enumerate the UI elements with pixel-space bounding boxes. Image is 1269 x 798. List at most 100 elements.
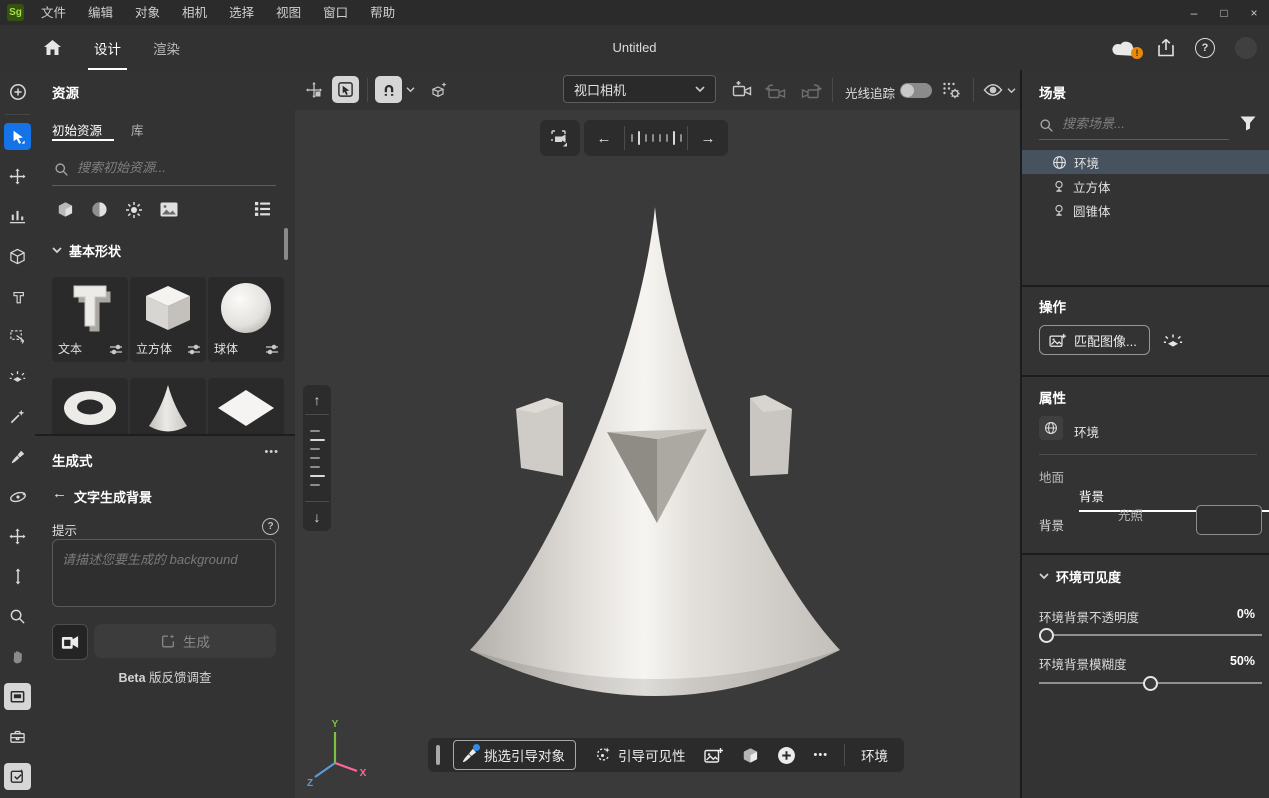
basic-shapes-header[interactable]: 基本形状 <box>69 241 121 260</box>
environment-mode-label[interactable]: 环境 <box>861 745 888 765</box>
filter-materials-icon[interactable] <box>91 201 108 218</box>
primitive-cube-icon[interactable] <box>4 243 31 270</box>
pick-guide-object-button[interactable]: 挑选引导对象 <box>453 740 576 770</box>
tab-library[interactable]: 库 <box>131 120 144 139</box>
scene-item-cube[interactable]: 立方体 <box>1022 174 1269 198</box>
view-options-eye-icon[interactable] <box>983 83 1003 97</box>
menu-camera[interactable]: 相机 <box>171 1 218 25</box>
env-opacity-slider[interactable] <box>1039 627 1262 643</box>
scene-item-cone[interactable]: 圆锥体 <box>1022 198 1269 222</box>
help-icon[interactable]: ? <box>1195 37 1215 58</box>
beta-feedback-link[interactable]: Beta 版反馈调查 <box>35 667 295 686</box>
camera-ruler[interactable] <box>630 131 682 145</box>
zoom-camera-icon[interactable] <box>4 603 31 630</box>
generate-button[interactable]: 生成 <box>94 624 276 658</box>
env-blur-slider[interactable] <box>1039 675 1262 691</box>
tab-ground[interactable]: 地面 <box>1039 467 1269 486</box>
environment-light-icon[interactable] <box>1163 330 1183 350</box>
backdrop-image-icon[interactable] <box>703 747 724 764</box>
camera-bookmark-button[interactable] <box>540 120 580 156</box>
add-content-icon[interactable] <box>4 78 31 105</box>
menu-view[interactable]: 视图 <box>265 1 312 25</box>
asset-adjust-icon[interactable] <box>109 344 123 355</box>
eyedropper-tool-icon[interactable] <box>4 443 31 470</box>
filter-lights-icon[interactable] <box>125 201 143 219</box>
env-opacity-slider-thumb[interactable] <box>1039 627 1054 643</box>
select-tool-icon[interactable] <box>4 123 31 150</box>
viewport-camera-select[interactable]: 视口相机 <box>563 75 716 103</box>
tab-starter-assets[interactable]: 初始资源 <box>52 120 102 139</box>
render-settings-icon[interactable] <box>942 81 962 100</box>
marquee-select-icon[interactable] <box>4 323 31 350</box>
tab-background[interactable]: 背景 <box>1079 486 1269 512</box>
scene-search-input[interactable] <box>1060 115 1224 132</box>
more-options-icon[interactable]: ••• <box>264 446 279 458</box>
env-visibility-header[interactable]: 环境可见度 <box>1056 567 1121 586</box>
share-icon[interactable] <box>1157 38 1175 57</box>
snap-options-chevron-icon[interactable] <box>406 86 415 93</box>
maximize-button[interactable]: □ <box>1209 1 1239 25</box>
next-camera-icon[interactable] <box>800 81 822 99</box>
menu-file[interactable]: 文件 <box>30 1 77 25</box>
dolly-ruler[interactable] <box>309 415 325 501</box>
asset-card-torus[interactable] <box>52 378 128 434</box>
menu-window[interactable]: 窗口 <box>312 1 359 25</box>
filter-images-icon[interactable] <box>160 202 178 217</box>
menu-object[interactable]: 对象 <box>124 1 171 25</box>
snap-magnet-button[interactable] <box>375 76 402 103</box>
dolly-up-arrow[interactable]: ↑ <box>314 385 321 414</box>
asset-card-sphere[interactable]: 球体 <box>208 277 284 362</box>
prev-view-arrow[interactable]: ← <box>584 130 624 147</box>
background-color-swatch[interactable] <box>1196 505 1262 535</box>
orbit-camera-icon[interactable] <box>4 483 31 510</box>
asset-card-plane[interactable] <box>208 378 284 434</box>
back-arrow-icon[interactable]: ← <box>52 485 67 502</box>
toolbox-icon[interactable] <box>4 723 31 750</box>
collect-generate-icon[interactable] <box>4 763 31 790</box>
pan-camera-icon[interactable] <box>4 523 31 550</box>
prev-camera-icon[interactable] <box>765 81 787 99</box>
close-button[interactable]: × <box>1239 1 1269 25</box>
scene-item-environment[interactable]: 环境 <box>1022 150 1269 174</box>
magic-wand-icon[interactable] <box>4 403 31 430</box>
prompt-textarea[interactable] <box>52 539 276 607</box>
raytrace-toggle[interactable] <box>900 83 932 98</box>
guide-visibility-button[interactable]: 引导可见性 <box>594 745 686 765</box>
add-environment-icon[interactable] <box>777 746 796 765</box>
view-options-chevron-icon[interactable] <box>1007 87 1016 94</box>
minimize-button[interactable]: – <box>1179 1 1209 25</box>
menu-help[interactable]: 帮助 <box>359 1 406 25</box>
assets-search-input[interactable] <box>75 159 274 176</box>
assets-scrollbar[interactable] <box>284 228 288 260</box>
asset-card-cube[interactable]: 立方体 <box>130 277 206 362</box>
asset-card-cone[interactable] <box>130 378 206 434</box>
asset-adjust-icon[interactable] <box>187 344 201 355</box>
move-tool-icon[interactable] <box>4 163 31 190</box>
reference-image-button[interactable] <box>52 624 88 660</box>
next-view-arrow[interactable]: → <box>688 130 728 147</box>
more-options-icon[interactable]: ••• <box>814 749 829 761</box>
material-icon[interactable] <box>742 747 759 764</box>
asset-adjust-icon[interactable] <box>265 344 279 355</box>
scale-tool-icon[interactable] <box>4 203 31 230</box>
panel-archive-icon[interactable] <box>4 683 31 710</box>
drag-handle[interactable] <box>436 745 440 765</box>
filter-models-icon[interactable] <box>57 201 74 218</box>
select-through-button[interactable] <box>332 76 359 103</box>
viewport-canvas[interactable]: ← → ↑ ↓ Y Z X 挑选引导对象 引导可见性 ••• 环境 <box>295 110 1020 798</box>
avatar[interactable] <box>1235 36 1257 59</box>
tab-design[interactable]: 设计 <box>88 38 127 71</box>
prompt-help-icon[interactable]: ? <box>262 518 279 535</box>
menu-select[interactable]: 选择 <box>218 1 265 25</box>
chevron-down-icon[interactable] <box>52 246 62 254</box>
tab-render[interactable]: 渲染 <box>153 38 180 58</box>
menu-edit[interactable]: 编辑 <box>77 1 124 25</box>
light-tool-icon[interactable] <box>4 363 31 390</box>
cloud-sync-icon[interactable]: ! <box>1111 39 1143 59</box>
physics-drop-icon[interactable] <box>430 81 449 99</box>
filter-funnel-icon[interactable] <box>1240 116 1256 131</box>
list-view-icon[interactable] <box>254 201 271 217</box>
add-camera-icon[interactable] <box>732 80 753 99</box>
text-tool-icon[interactable] <box>4 283 31 310</box>
dolly-down-arrow[interactable]: ↓ <box>314 502 321 531</box>
